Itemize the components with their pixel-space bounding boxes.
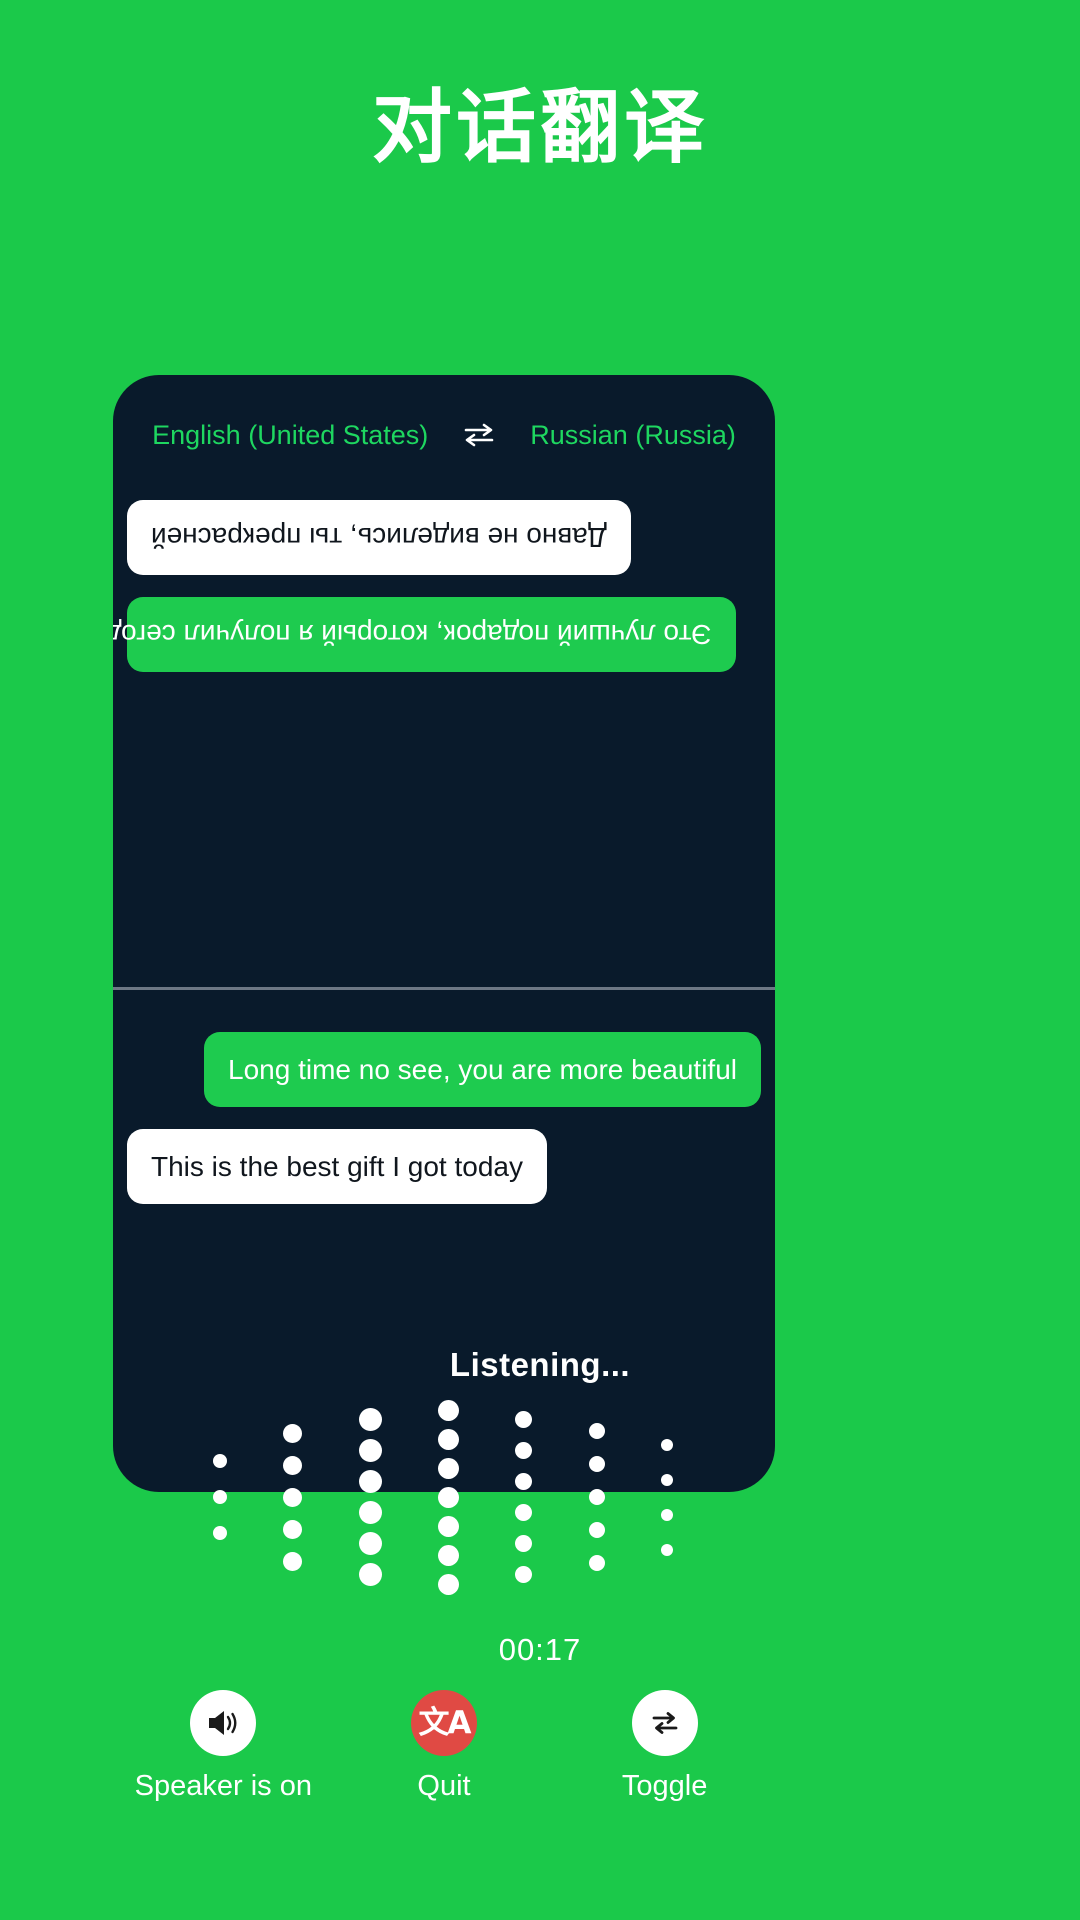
toggle-button[interactable]: Toggle <box>565 1690 765 1803</box>
speaker-button-label: Speaker is on <box>134 1770 312 1802</box>
waveform-dot <box>213 1490 227 1504</box>
waveform-dot <box>660 1438 673 1451</box>
waveform-dot <box>283 1455 303 1475</box>
waveform-dot <box>213 1526 227 1540</box>
app-screen: 对话翻译 English (United States) Russian (Ru… <box>0 0 1080 1920</box>
message-row: Давно не виделись, ты прекрасней <box>127 500 761 575</box>
waveform-dot <box>437 1457 459 1479</box>
speaker-on-icon <box>190 1690 257 1756</box>
message-row: This is the best gift I got today <box>127 1129 761 1204</box>
waveform-dot <box>437 1399 459 1421</box>
waveform-dot <box>283 1551 303 1571</box>
waveform-column <box>588 1423 605 1571</box>
waveform-dot <box>660 1508 673 1521</box>
waveform-dot <box>358 1408 382 1431</box>
message-bubble[interactable]: Это лучший подарок, который я получил се… <box>113 597 736 672</box>
message-row: Long time no see, you are more beautiful <box>127 1032 761 1107</box>
waveform-column <box>213 1454 227 1540</box>
toggle-swap-icon <box>631 1690 698 1756</box>
message-bubble[interactable]: Long time no see, you are more beautiful <box>204 1032 761 1107</box>
message-bubble[interactable]: Давно не виделись, ты прекрасней <box>127 500 631 575</box>
translate-glyph: 文A <box>418 1704 471 1741</box>
listening-status-label: Listening... <box>449 1346 631 1383</box>
waveform-dot <box>588 1522 605 1538</box>
pane-divider <box>113 987 775 990</box>
bottom-controls: Speaker is on 文A Quit Toggle <box>113 1690 775 1803</box>
target-language-selector[interactable]: Russian (Russia) <box>530 420 736 451</box>
waveform-dot <box>437 1544 459 1566</box>
waveform-dot <box>437 1515 459 1537</box>
waveform-dot <box>437 1486 459 1508</box>
waveform-dot <box>515 1535 533 1552</box>
waveform-dot <box>515 1566 533 1583</box>
waveform-dot <box>358 1470 382 1493</box>
waveform-dot <box>437 1428 459 1450</box>
quit-button-label: Quit <box>417 1770 471 1802</box>
waveform-dot <box>213 1454 227 1468</box>
waveform-column <box>437 1399 459 1595</box>
waveform-column <box>660 1438 673 1556</box>
swap-horizontal-icon[interactable] <box>462 420 496 450</box>
phone-card: English (United States) Russian (Russia)… <box>113 375 775 1492</box>
page-title: 对话翻译 <box>372 81 708 174</box>
speaker-button[interactable]: Speaker is on <box>123 1690 323 1803</box>
waveform-dot <box>515 1473 533 1490</box>
translate-icon: 文A <box>410 1690 477 1756</box>
waveform-dot <box>358 1501 382 1524</box>
waveform-dot <box>358 1563 382 1586</box>
waveform-column <box>283 1423 303 1571</box>
local-conversation-pane: Long time no see, you are more beautiful… <box>113 991 775 1321</box>
waveform-dot <box>437 1573 459 1595</box>
message-bubble[interactable]: This is the best gift I got today <box>127 1129 547 1204</box>
recording-timer: 00:17 <box>498 1632 582 1667</box>
waveform-dot <box>588 1555 605 1571</box>
waveform-dot <box>283 1519 303 1539</box>
waveform-dot <box>283 1487 303 1507</box>
quit-button[interactable]: 文A Quit <box>344 1690 544 1803</box>
language-bar: English (United States) Russian (Russia) <box>113 413 775 457</box>
remote-conversation-pane: Это лучший подарок, который я получил се… <box>113 471 775 987</box>
source-language-selector[interactable]: English (United States) <box>152 420 428 451</box>
waveform-dot <box>283 1423 303 1443</box>
waveform-dot <box>588 1489 605 1505</box>
audio-waveform-visualizer <box>213 1399 673 1595</box>
message-row: Это лучший подарок, который я получил се… <box>113 597 761 672</box>
waveform-dot <box>515 1504 533 1521</box>
waveform-column <box>358 1408 382 1586</box>
waveform-column <box>515 1411 533 1583</box>
waveform-dot <box>660 1473 673 1486</box>
waveform-dot <box>358 1439 382 1462</box>
waveform-dot <box>358 1532 382 1555</box>
waveform-dot <box>515 1411 533 1428</box>
waveform-dot <box>588 1456 605 1472</box>
waveform-dot <box>660 1543 673 1556</box>
waveform-dot <box>588 1423 605 1439</box>
waveform-dot <box>515 1442 533 1459</box>
toggle-button-label: Toggle <box>621 1770 708 1802</box>
